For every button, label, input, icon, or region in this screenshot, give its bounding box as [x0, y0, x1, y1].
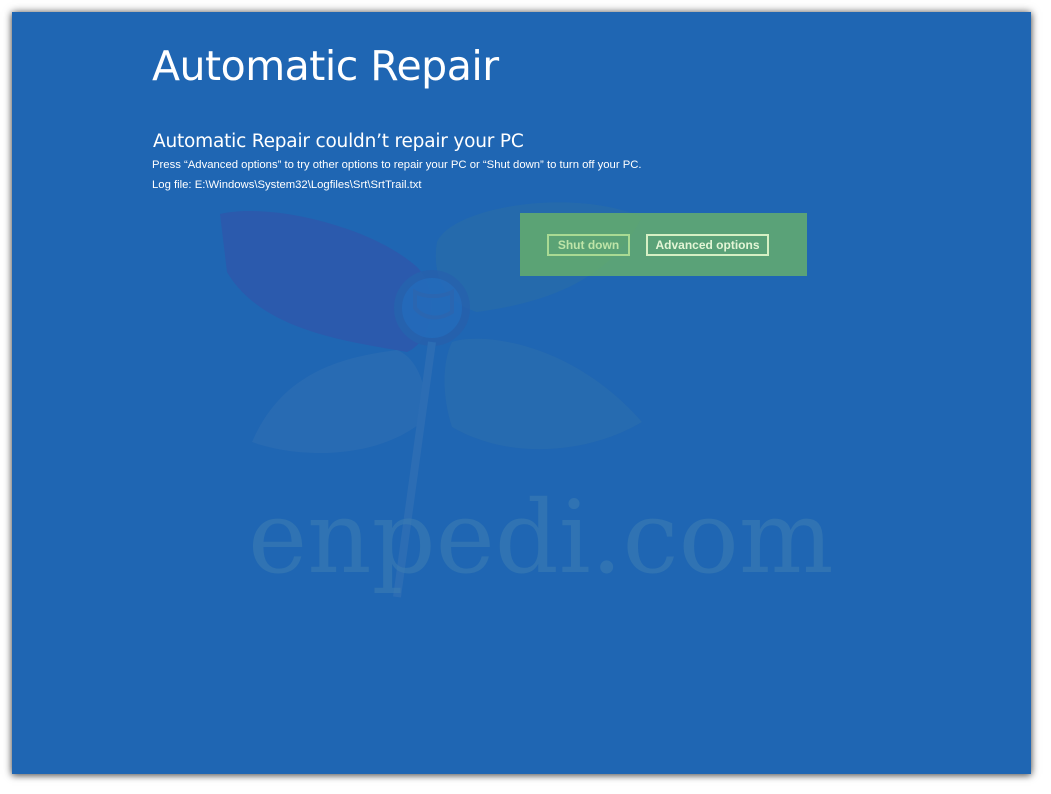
shut-down-button[interactable]: Shut down	[547, 234, 630, 256]
watermark-logo: enpedi.com	[220, 202, 834, 598]
status-heading: Automatic Repair couldn’t repair your PC	[153, 131, 524, 152]
button-panel: Shut down Advanced options	[520, 213, 807, 276]
advanced-options-button[interactable]: Advanced options	[646, 234, 769, 256]
automatic-repair-screen: enpedi.com Automatic Repair Automatic Re…	[12, 12, 1031, 774]
watermark-text: enpedi.com	[248, 479, 834, 596]
log-file-path: Log file: E:\Windows\System32\Logfiles\S…	[152, 179, 422, 191]
page-title: Automatic Repair	[152, 42, 499, 90]
instructions-text: Press “Advanced options” to try other op…	[152, 159, 642, 171]
